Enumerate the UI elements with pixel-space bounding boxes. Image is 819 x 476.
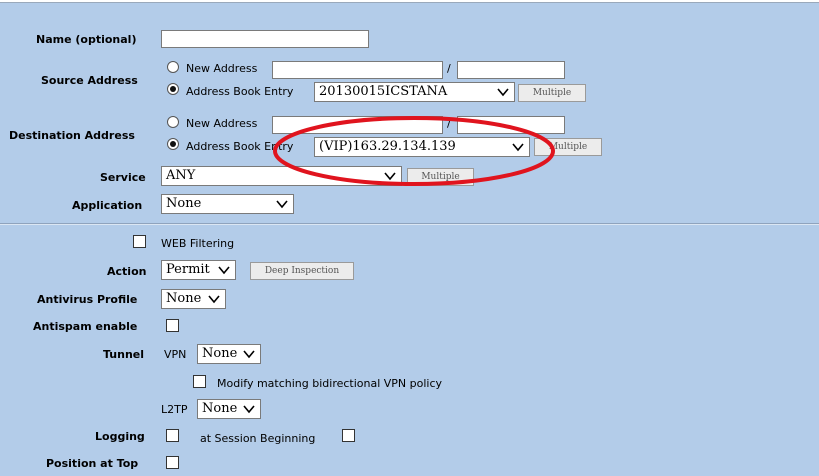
destination-new-address-radio[interactable] (167, 116, 179, 128)
chevron-down-icon (497, 88, 509, 97)
vpn-value: None (202, 346, 238, 361)
source-slash: / (447, 62, 451, 75)
source-netmask-input[interactable] (457, 61, 565, 79)
chevron-down-icon (243, 350, 255, 359)
antivirus-profile-value: None (166, 291, 202, 306)
chevron-down-icon (208, 295, 220, 304)
l2tp-value: None (202, 401, 238, 416)
source-address-book-value: 20130015ICSTANA (319, 84, 448, 99)
destination-new-address-label: New Address (186, 117, 258, 130)
application-select[interactable]: None (161, 194, 294, 214)
position-at-top-label: Position at Top (46, 457, 139, 470)
chevron-down-icon (243, 405, 255, 414)
web-filtering-label: WEB Filtering (161, 237, 235, 250)
destination-address-book-radio[interactable] (167, 138, 179, 150)
action-select[interactable]: Permit (161, 260, 236, 280)
action-value: Permit (166, 262, 210, 277)
web-filtering-checkbox[interactable] (133, 235, 146, 248)
source-multiple-button[interactable]: Multiple (518, 84, 586, 102)
source-new-address-radio[interactable] (167, 61, 179, 73)
destination-address-label: Destination Address (9, 129, 135, 142)
application-label: Application (72, 199, 143, 212)
service-label: Service (100, 171, 146, 184)
antivirus-profile-select[interactable]: None (161, 289, 226, 309)
source-address-book-select[interactable]: 20130015ICSTANA (314, 82, 515, 102)
antispam-enable-label: Antispam enable (33, 320, 138, 333)
session-beginning-label: at Session Beginning (200, 432, 316, 445)
source-address-book-radio[interactable] (167, 83, 179, 95)
logging-label: Logging (95, 430, 145, 443)
name-input[interactable] (161, 30, 369, 48)
antispam-enable-checkbox[interactable] (166, 319, 179, 332)
source-address-label: Source Address (41, 74, 138, 87)
service-value: ANY (166, 168, 196, 183)
tunnel-label: Tunnel (103, 348, 145, 361)
l2tp-label: L2TP (161, 403, 188, 416)
modify-vpn-checkbox[interactable] (193, 375, 206, 388)
action-label: Action (107, 265, 147, 278)
modify-vpn-label: Modify matching bidirectional VPN policy (217, 377, 443, 390)
chevron-down-icon (218, 266, 230, 275)
name-label: Name (optional) (36, 33, 137, 46)
section-divider-highlight (0, 224, 819, 225)
annotation-ellipse (273, 116, 555, 186)
source-address-book-label: Address Book Entry (186, 85, 294, 98)
top-border (0, 0, 819, 3)
deep-inspection-button[interactable]: Deep Inspection (250, 262, 354, 280)
application-value: None (166, 196, 202, 211)
l2tp-select[interactable]: None (197, 399, 261, 419)
vpn-select[interactable]: None (197, 344, 261, 364)
session-beginning-checkbox[interactable] (342, 429, 355, 442)
antivirus-profile-label: Antivirus Profile (37, 293, 138, 306)
logging-checkbox[interactable] (166, 429, 179, 442)
position-at-top-checkbox[interactable] (166, 456, 179, 469)
chevron-down-icon (276, 200, 288, 209)
source-new-address-ip-input[interactable] (272, 61, 443, 79)
vpn-label: VPN (164, 348, 187, 361)
source-new-address-label: New Address (186, 62, 258, 75)
